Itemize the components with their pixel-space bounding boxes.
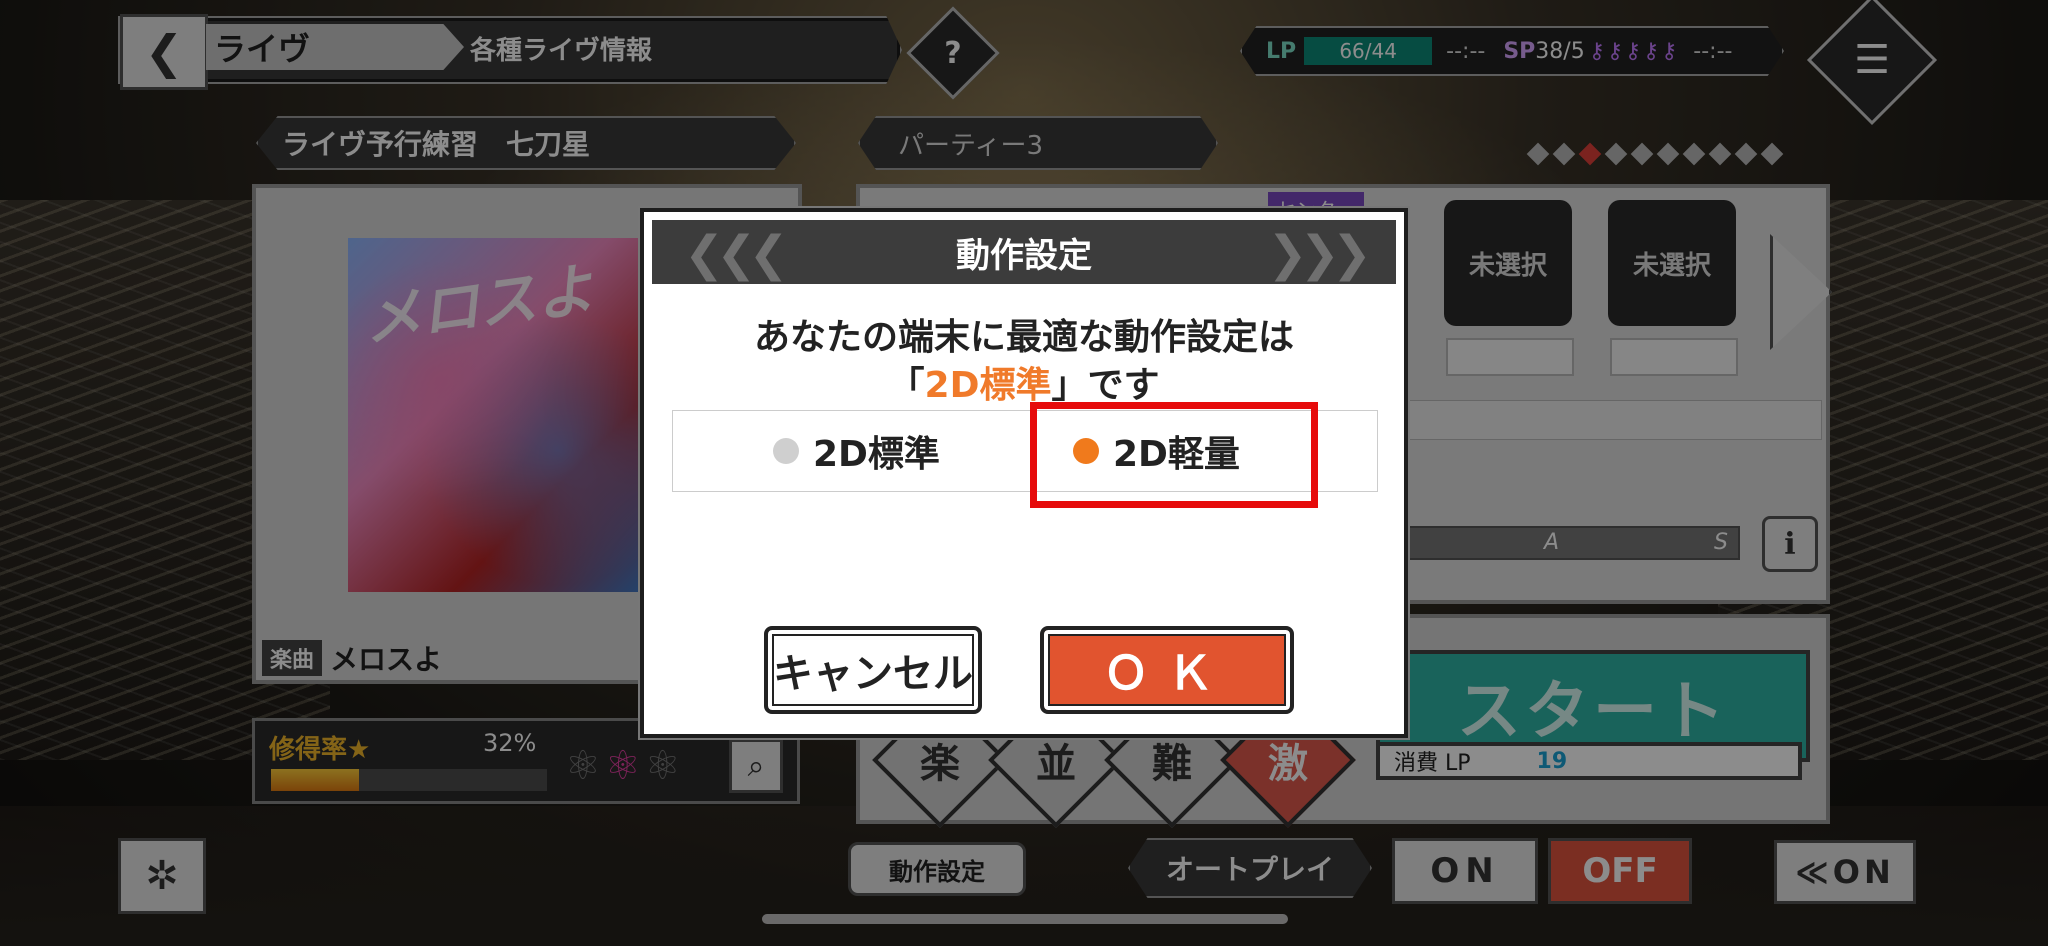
radio-unselected-icon[interactable]: [773, 438, 799, 464]
dialog-message: あなたの端末に最適な動作設定は: [753, 317, 1294, 358]
chevron-right-icon: ❯❯❯: [1267, 226, 1372, 282]
recommended-setting: 2D標準: [924, 365, 1052, 406]
chevron-left-icon: ❮❮❮: [684, 226, 789, 282]
quote-open: 「: [888, 365, 925, 406]
dialog-message-recommendation: 「2D標準」です: [644, 356, 1404, 408]
ok-button[interactable]: ＯＫ: [1040, 626, 1294, 714]
option-label: 2D標準: [813, 434, 940, 475]
performance-settings-dialog: ❮❮❮ 動作設定 ❯❯❯ あなたの端末に最適な動作設定は 「2D標準」です 2D…: [640, 208, 1408, 738]
selection-highlight-box: [1030, 402, 1318, 508]
dialog-header: ❮❮❮ 動作設定 ❯❯❯: [652, 220, 1396, 284]
dialog-title: 動作設定: [956, 235, 1092, 276]
option-2d-standard[interactable]: 2D標準: [773, 425, 940, 477]
quote-close: 」です: [1051, 365, 1160, 406]
cancel-button[interactable]: キャンセル: [764, 626, 982, 714]
